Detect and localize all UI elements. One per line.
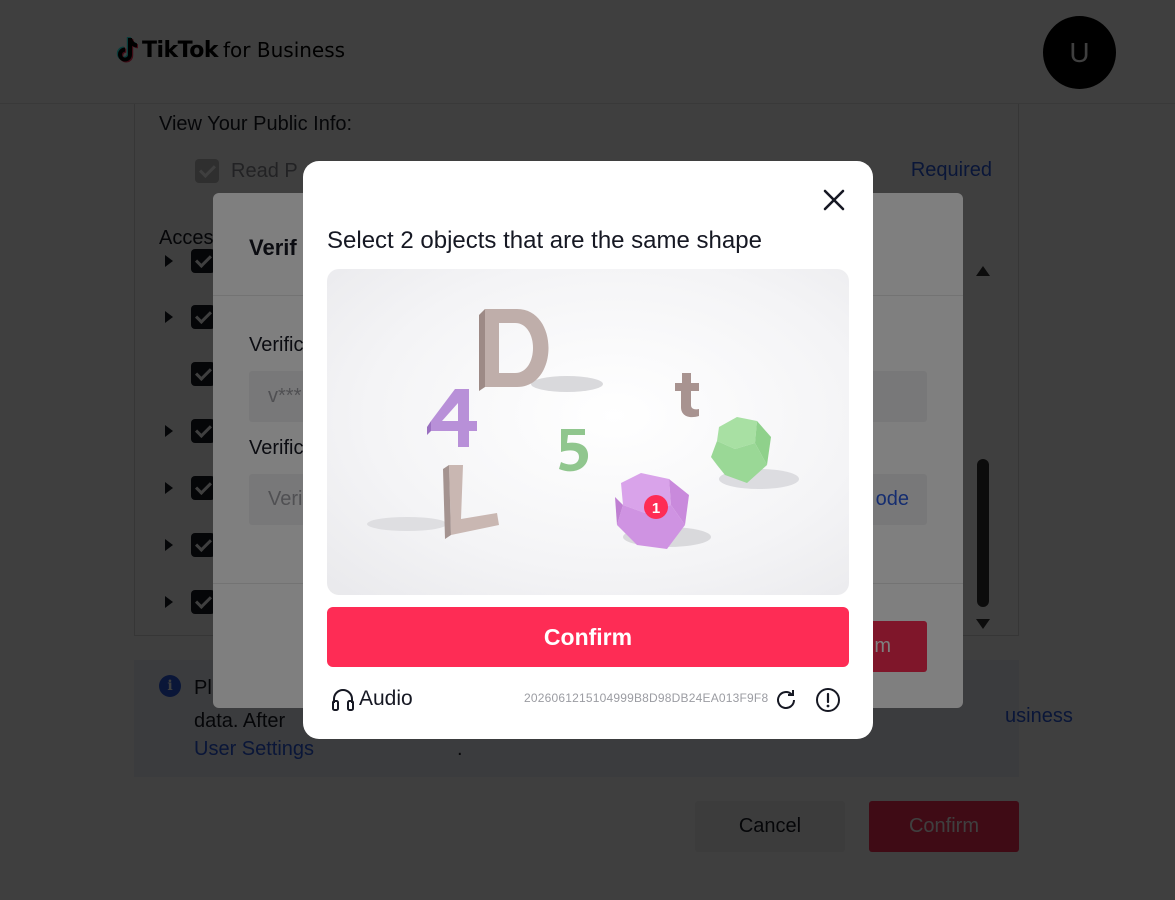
captcha-instruction: Select 2 objects that are the same shape [327, 227, 762, 254]
letter-d-object[interactable] [479, 309, 549, 391]
letter-t-object[interactable] [675, 373, 699, 418]
shadow [367, 517, 447, 531]
headphones-icon [332, 689, 354, 711]
selection-marker[interactable]: 1 [644, 495, 668, 519]
captcha-scene[interactable]: 1 [327, 269, 849, 595]
number-4-object[interactable] [427, 389, 477, 447]
letter-l-object[interactable] [443, 465, 499, 539]
shadow [531, 376, 603, 392]
challenge-id: 2026061215104999B8D98DB24EA013F9F8 [524, 691, 769, 705]
audio-label: Audio [359, 687, 413, 710]
captcha-confirm-button[interactable]: Confirm [327, 607, 849, 667]
report-icon[interactable] [815, 687, 841, 713]
audio-button[interactable]: Audio [329, 685, 413, 713]
selection-marker-label: 1 [652, 500, 660, 517]
captcha-dialog: Select 2 objects that are the same shape [303, 161, 873, 739]
number-5-object[interactable] [559, 429, 589, 472]
close-icon[interactable] [821, 187, 847, 213]
captcha-image[interactable]: 1 [327, 269, 849, 595]
refresh-icon[interactable] [773, 687, 799, 713]
